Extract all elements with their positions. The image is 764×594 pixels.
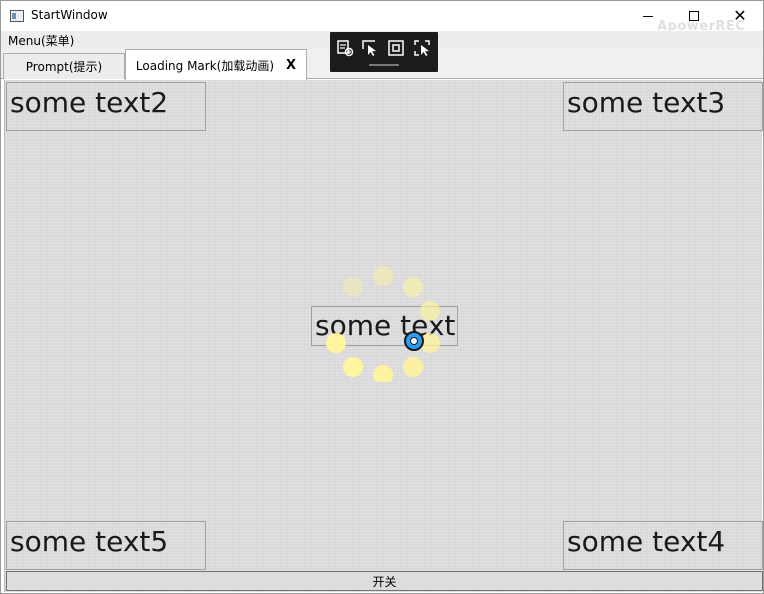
close-window-button[interactable]: ✕ xyxy=(717,1,763,31)
custom-area-icon[interactable] xyxy=(413,39,431,57)
close-icon: ✕ xyxy=(733,6,747,25)
spinner-dot xyxy=(343,277,363,297)
start-window: StartWindow ApowerREC ✕ Menu(菜单) Prompt(… xyxy=(0,0,764,594)
record-window-icon[interactable] xyxy=(336,39,354,57)
spinner-dot xyxy=(403,277,423,297)
window-title: StartWindow xyxy=(31,8,108,22)
spinner-dot xyxy=(343,357,363,377)
maximize-icon xyxy=(689,11,699,21)
text-box-bottom-right: some text4 xyxy=(563,521,763,570)
text-box-bottom-left: some text5 xyxy=(6,521,206,570)
tab-prompt-label: Prompt(提示) xyxy=(25,60,103,74)
recorder-floating-toolbar[interactable] xyxy=(330,32,438,72)
tab-prompt[interactable]: Prompt(提示) xyxy=(3,53,125,79)
text-box-top-left: some text2 xyxy=(6,82,206,131)
select-region-icon[interactable] xyxy=(361,39,379,57)
mouse-cursor-indicator-icon xyxy=(404,331,424,351)
text-box-top-right: some text3 xyxy=(563,82,763,131)
tab-loading-mark-label: Loading Mark(加载动画) xyxy=(135,58,275,73)
menu-item-menu[interactable]: Menu(菜单) xyxy=(8,32,74,49)
spinner-dot xyxy=(373,365,393,382)
toggle-button[interactable]: 开关 xyxy=(6,571,763,591)
title-bar[interactable]: StartWindow ApowerREC ✕ xyxy=(1,1,763,34)
app-window-icon xyxy=(10,10,24,22)
tab-loading-mark[interactable]: Loading Mark(加载动画) X xyxy=(125,49,307,80)
text-box-center: some text xyxy=(311,306,458,346)
minimize-button[interactable] xyxy=(625,1,671,31)
tab-close-button[interactable]: X xyxy=(286,58,296,73)
toggle-button-label: 开关 xyxy=(372,574,397,589)
spinner-dot xyxy=(403,357,423,377)
maximize-button[interactable] xyxy=(671,1,717,31)
toolbar-drag-handle[interactable] xyxy=(369,64,399,66)
spinner-dot xyxy=(373,266,393,286)
minimize-icon xyxy=(643,15,653,17)
loading-mark-content: some text2 some text3 some text some tex… xyxy=(4,80,763,592)
fullscreen-capture-icon[interactable] xyxy=(387,39,405,57)
